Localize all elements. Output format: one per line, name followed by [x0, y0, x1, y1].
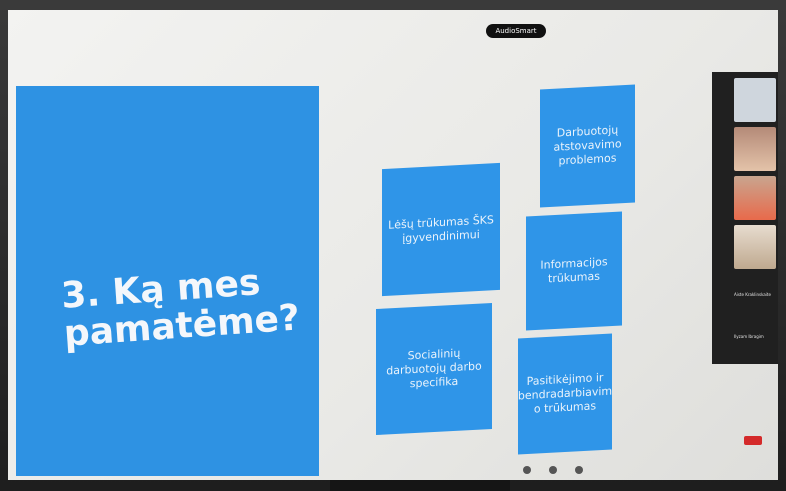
card-trust-cooperation: Pasitikėjimo ir bendradarbiavim o trūkum…	[517, 333, 613, 455]
card-social-work-specifics: Socialinių darbuotojų darbo specifika	[376, 302, 492, 436]
participant-tile[interactable]	[734, 225, 776, 269]
card-text: Informacijos trūkumas	[540, 255, 608, 286]
participant-name: Aiste Kraklinskaite	[734, 292, 771, 297]
card-text: Socialinių darbuotojų darbo specifika	[386, 346, 482, 391]
screen: AudioSmart 3. Ką mes pamatėme? Darbuotoj…	[8, 10, 778, 480]
card-text: Darbuotojų atstovavimo problemos	[553, 123, 622, 168]
monitor: AudioSmart 3. Ką mes pamatėme? Darbuotoj…	[0, 0, 786, 491]
screen-share-indicator[interactable]: AudioSmart	[486, 24, 546, 38]
participant-name: Ilyzam Ibragim	[734, 334, 764, 339]
meeting-toolbar	[478, 466, 778, 480]
participants-panel: Aiste Kraklinskaite Ilyzam Ibragim	[712, 72, 778, 364]
card-employee-representation: Darbuotojų atstovavimo problemos	[540, 84, 635, 208]
card-funding-shortage: Lėšų trūkumas ŠKS įgyvendinimui	[382, 162, 500, 297]
chat-icon	[575, 466, 583, 474]
participant-tile[interactable]	[734, 78, 776, 122]
slide-title: 3. Ką mes pamatėme?	[60, 262, 301, 355]
monitor-stand	[330, 480, 510, 491]
participant-tile[interactable]	[734, 176, 776, 220]
mic-icon	[523, 466, 531, 474]
card-text: Lėšų trūkumas ŠKS įgyvendinimui	[388, 212, 494, 245]
toolbar-button[interactable]	[516, 466, 538, 474]
toolbar-button[interactable]	[542, 466, 564, 474]
card-text: Pasitikėjimo ir bendradarbiavim o trūkum…	[517, 370, 613, 416]
toolbar-button[interactable]	[568, 466, 590, 474]
card-information-shortage: Informacijos trūkumas	[526, 211, 622, 331]
participants-icon	[549, 466, 557, 474]
end-meeting-button[interactable]	[744, 436, 762, 445]
participant-tile[interactable]	[734, 127, 776, 171]
